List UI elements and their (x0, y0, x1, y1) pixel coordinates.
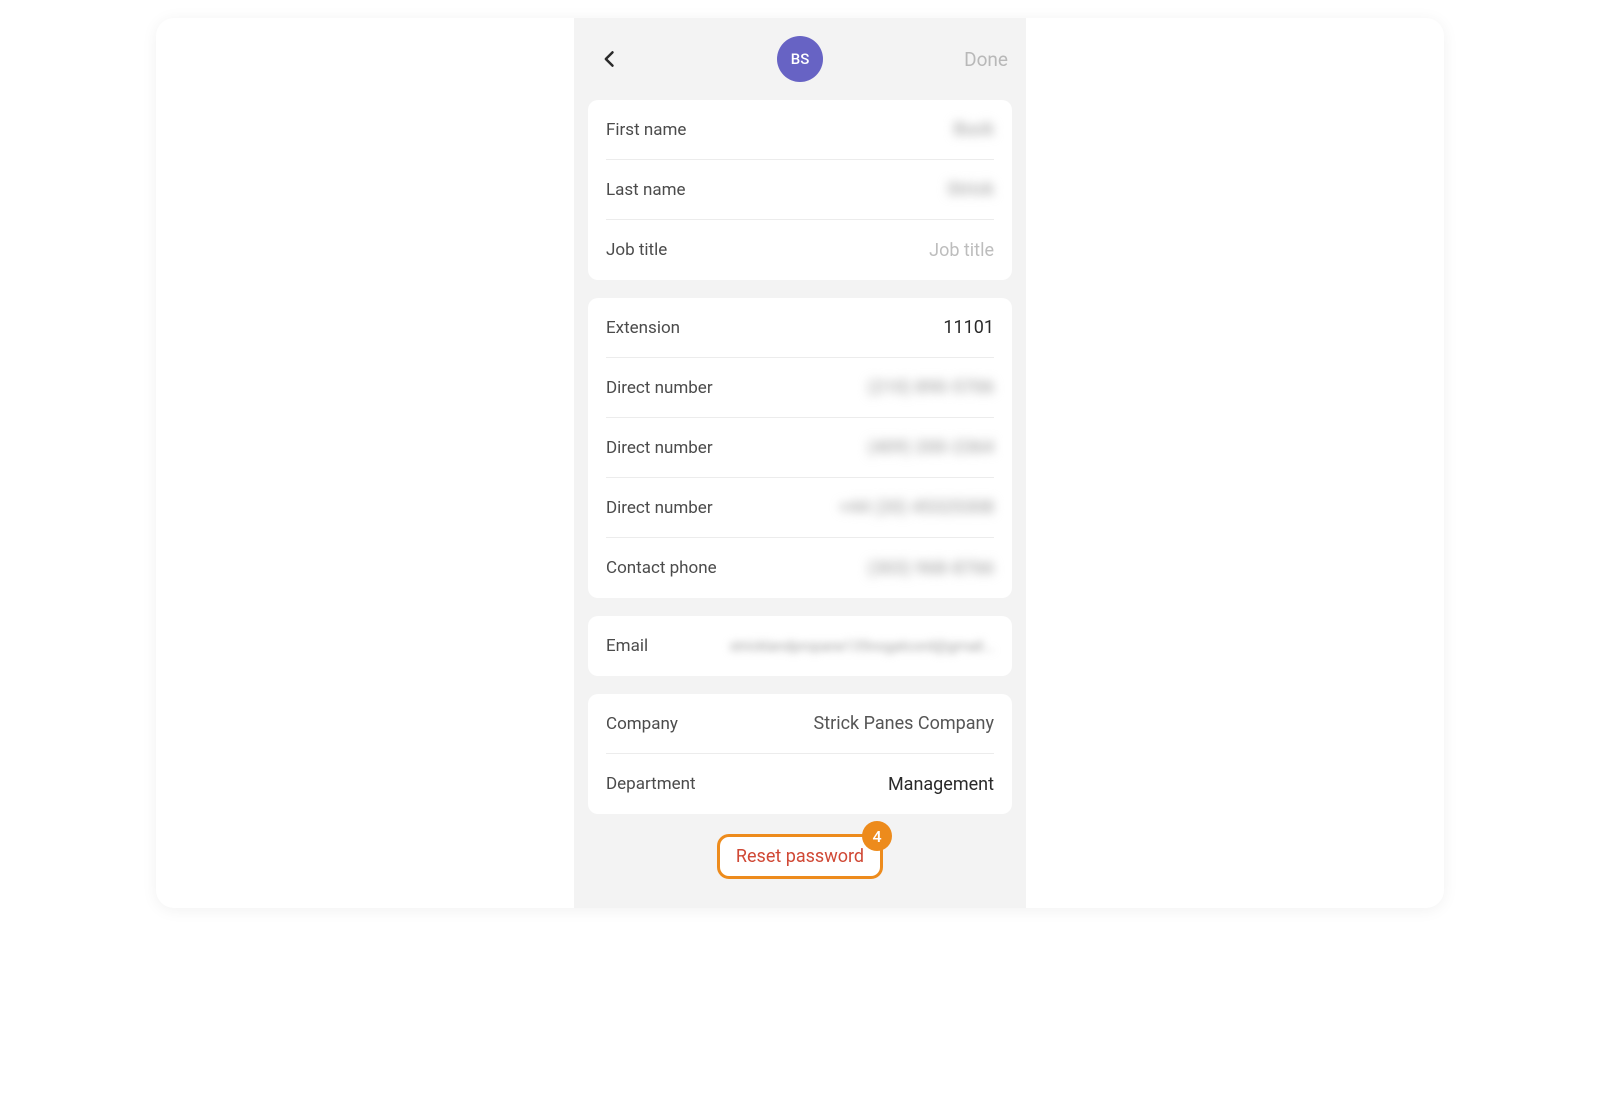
direct-number-3-label: Direct number (606, 498, 713, 518)
direct-number-2-row[interactable]: Direct number (409) 200-2364 (606, 418, 994, 478)
email-row[interactable]: Email stricklandpropane135nogatcord@gmai… (606, 616, 994, 676)
department-label: Department (606, 774, 696, 794)
header-bar: BS Done (574, 18, 1026, 100)
outer-frame: BS Done First name Buck Last name Strick… (156, 18, 1444, 908)
contact-phone-label: Contact phone (606, 558, 717, 578)
content-area: First name Buck Last name Strick Job tit… (574, 100, 1026, 908)
department-value: Management (888, 774, 994, 795)
department-row[interactable]: Department Management (606, 754, 994, 814)
direct-number-1-row[interactable]: Direct number (210) 890-5706 (606, 358, 994, 418)
last-name-row[interactable]: Last name Strick (606, 160, 994, 220)
first-name-row[interactable]: First name Buck (606, 100, 994, 160)
contact-phone-row[interactable]: Contact phone (303) 968-8766 (606, 538, 994, 598)
company-card: Company Strick Panes Company Department … (588, 694, 1012, 814)
direct-number-3-row[interactable]: Direct number +44 (20) 45325308 (606, 478, 994, 538)
reset-password-button[interactable]: Reset password (717, 834, 883, 879)
email-value: stricklandpropane135nogatcord@gmail... (729, 637, 994, 655)
done-label: Done (964, 48, 1008, 71)
done-button[interactable]: Done (964, 48, 1008, 71)
first-name-value: Buck (954, 119, 994, 140)
extension-label: Extension (606, 318, 680, 338)
reset-password-container: Reset password 4 (588, 834, 1012, 887)
job-title-row[interactable]: Job title Job title (606, 220, 994, 280)
extension-value: 11101 (943, 317, 994, 338)
company-label: Company (606, 714, 678, 734)
email-label: Email (606, 636, 648, 656)
step-badge: 4 (862, 821, 892, 851)
avatar[interactable]: BS (777, 36, 823, 82)
contact-edit-screen: BS Done First name Buck Last name Strick… (574, 18, 1026, 908)
company-row[interactable]: Company Strick Panes Company (606, 694, 994, 754)
direct-number-2-label: Direct number (606, 438, 713, 458)
avatar-initials: BS (791, 50, 810, 68)
last-name-label: Last name (606, 180, 686, 200)
reset-password-label: Reset password (736, 846, 864, 867)
direct-number-1-label: Direct number (606, 378, 713, 398)
contact-phone-value: (303) 968-8766 (868, 558, 994, 579)
chevron-left-icon (600, 46, 620, 72)
name-card: First name Buck Last name Strick Job tit… (588, 100, 1012, 280)
phone-card: Extension 11101 Direct number (210) 890-… (588, 298, 1012, 598)
direct-number-2-value: (409) 200-2364 (868, 437, 994, 458)
email-card: Email stricklandpropane135nogatcord@gmai… (588, 616, 1012, 676)
direct-number-1-value: (210) 890-5706 (868, 377, 994, 398)
company-value: Strick Panes Company (814, 713, 994, 734)
extension-row[interactable]: Extension 11101 (606, 298, 994, 358)
direct-number-3-value: +44 (20) 45325308 (839, 497, 994, 518)
back-button[interactable] (592, 41, 628, 77)
job-title-label: Job title (606, 240, 667, 260)
step-badge-number: 4 (872, 827, 881, 846)
job-title-placeholder: Job title (929, 240, 994, 261)
first-name-label: First name (606, 120, 686, 140)
last-name-value: Strick (947, 179, 994, 200)
